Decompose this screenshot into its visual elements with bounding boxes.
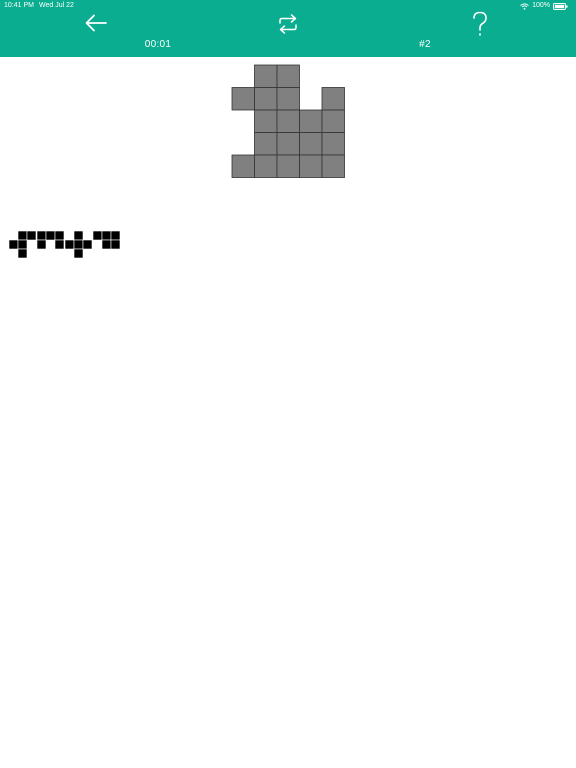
piece-cell — [73, 239, 84, 250]
piece-cell — [26, 230, 37, 241]
piece-cell — [17, 239, 28, 250]
puzzle-piece[interactable] — [64, 230, 93, 259]
piece-cell — [101, 239, 112, 250]
piece-cell — [110, 230, 121, 241]
piece-cell — [36, 239, 47, 250]
piece-cell — [36, 230, 47, 241]
piece-cell — [82, 239, 93, 250]
piece-cell — [73, 230, 84, 241]
piece-cell — [64, 239, 75, 250]
piece-cell — [101, 230, 112, 241]
piece-cell — [8, 239, 19, 250]
piece-cell — [110, 239, 121, 250]
piece-cell — [54, 239, 65, 250]
piece-cell — [45, 230, 56, 241]
piece-cell — [54, 230, 65, 241]
piece-cell — [17, 248, 28, 259]
puzzle-piece[interactable] — [36, 230, 65, 250]
puzzle-piece[interactable] — [92, 230, 121, 250]
puzzle-piece[interactable] — [8, 230, 37, 259]
piece-cell — [73, 248, 84, 259]
piece-cell — [92, 230, 103, 241]
piece-cell — [17, 230, 28, 241]
piece-tray — [8, 230, 121, 259]
